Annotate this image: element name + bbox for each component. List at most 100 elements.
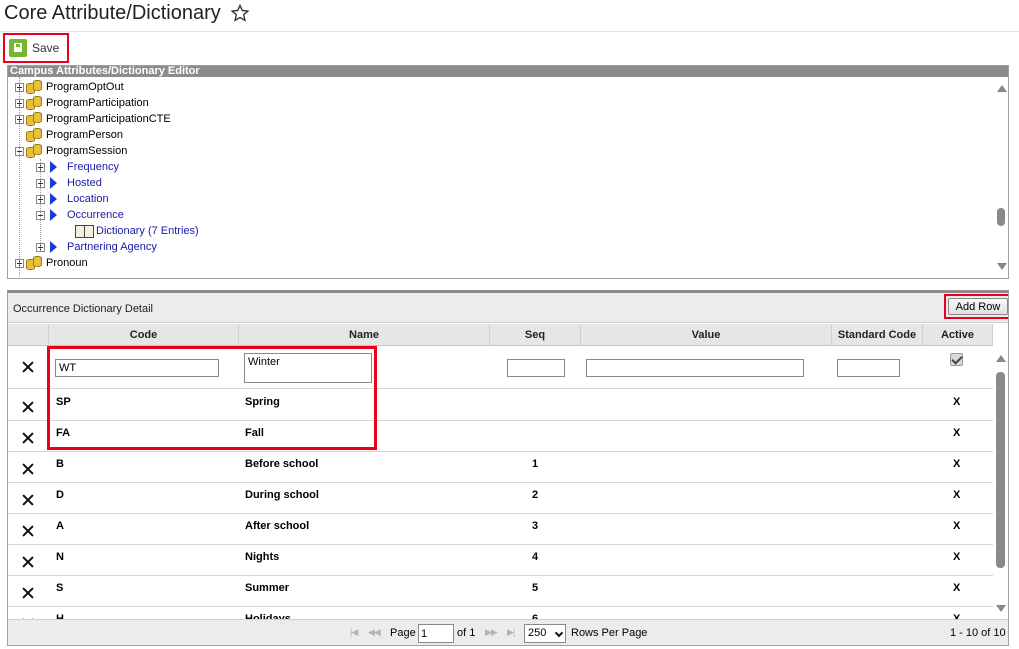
tree-item-label: Occurrence [67, 209, 124, 221]
tree-item-label: ProgramSession [46, 145, 128, 157]
tree-item[interactable]: ProgramOptOut [15, 79, 124, 95]
tree-item-label: Partnering Agency [67, 241, 157, 253]
active-cell: X [953, 427, 961, 439]
tree-item[interactable]: Frequency [36, 159, 119, 175]
active-cell: X [953, 489, 961, 501]
attribute-icon [50, 161, 57, 173]
seq-cell: 5 [532, 582, 539, 594]
table-row[interactable]: S Summer 5 X [8, 576, 993, 607]
tree-item[interactable]: ProgramParticipation [15, 95, 149, 111]
table-row[interactable]: FA Fall X [8, 421, 993, 452]
detail-title: Occurrence Dictionary Detail [13, 303, 153, 315]
tree-panel-header: Campus Attributes/Dictionary Editor [8, 66, 1008, 77]
chevron-down-icon [554, 628, 564, 638]
active-cell: X [953, 520, 961, 532]
tree-item[interactable]: Hosted [36, 175, 102, 191]
tree-item[interactable]: Occurrence [36, 207, 124, 223]
rows-per-page-label: Rows Per Page [571, 627, 648, 639]
table-row[interactable]: B Before school 1 X [8, 452, 993, 483]
name-cell: During school [245, 489, 319, 501]
tree-item[interactable]: ProgramPerson [15, 127, 123, 143]
page-title: Core Attribute/Dictionary [4, 1, 221, 24]
tree-item[interactable]: Pronoun [15, 255, 88, 271]
column-header-delete [8, 324, 49, 346]
next-page-icon[interactable]: ▶▶ [485, 627, 498, 638]
table-row[interactable]: A After school 3 X [8, 514, 993, 545]
dictionary-detail-panel: Occurrence Dictionary Detail Add Row Cod… [7, 290, 1009, 646]
grid-scrollbar[interactable] [993, 346, 1008, 620]
column-header-standard-code[interactable]: Standard Code [832, 324, 923, 346]
column-header-code[interactable]: Code [49, 324, 239, 346]
table-row[interactable]: N Nights 4 X [8, 545, 993, 576]
seq-input[interactable] [507, 358, 565, 377]
add-row-highlight: Add Row [944, 294, 1008, 319]
first-page-icon[interactable]: |◀ [350, 627, 358, 638]
page-count-label: of 1 [457, 627, 476, 639]
table-row[interactable]: D During school 2 X [8, 483, 993, 514]
save-icon [9, 39, 27, 57]
code-cell: D [56, 489, 64, 501]
tree-item[interactable]: Location [36, 191, 109, 207]
delete-row-icon[interactable] [22, 587, 34, 599]
seq-cell: 1 [532, 458, 539, 470]
save-button[interactable]: Save [3, 33, 69, 63]
last-page-icon[interactable]: ▶| [507, 627, 515, 638]
scroll-up-arrow-icon[interactable] [997, 85, 1007, 92]
name-cell: Before school [245, 458, 319, 470]
name-textarea[interactable]: Winter [244, 352, 372, 383]
database-icon [26, 96, 44, 110]
grid-scroll-thumb[interactable] [996, 372, 1005, 568]
seq-cell: 4 [532, 551, 539, 563]
column-header-seq[interactable]: Seq [490, 324, 581, 346]
delete-row-icon[interactable] [22, 525, 34, 537]
code-cell: B [56, 458, 64, 470]
attribute-icon [50, 241, 57, 253]
code-cell: SP [56, 396, 71, 408]
scroll-down-arrow-icon[interactable] [997, 263, 1007, 270]
active-cell: X [953, 396, 961, 408]
database-icon [26, 144, 44, 158]
delete-row-icon[interactable] [22, 432, 34, 444]
tree-item-label: Dictionary (7 Entries) [96, 225, 199, 237]
table-row[interactable]: SP Spring X [8, 390, 993, 421]
delete-row-icon[interactable] [22, 494, 34, 506]
tree-item[interactable]: ProgramParticipationCTE [15, 111, 171, 127]
delete-row-icon[interactable] [22, 556, 34, 568]
tree-scroll-thumb[interactable] [997, 208, 1005, 226]
record-range: 1 - 10 of 10 [950, 627, 1006, 639]
value-input[interactable] [586, 358, 804, 377]
active-checkbox[interactable] [950, 353, 963, 366]
pager-bar: |◀ ◀◀ Page of 1 ▶▶ ▶| 250 Rows Per Page … [8, 619, 1008, 645]
tree-scrollbar[interactable] [995, 77, 1008, 278]
tree-item[interactable]: ProgramSession [15, 143, 127, 159]
add-row-button[interactable]: Add Row [948, 298, 1008, 315]
table-row-editing: Winter [8, 347, 993, 389]
column-header-active[interactable]: Active [923, 324, 993, 346]
delete-row-icon[interactable] [22, 361, 34, 373]
column-header-name[interactable]: Name [239, 324, 490, 346]
name-cell: Spring [245, 396, 280, 408]
delete-row-icon[interactable] [22, 401, 34, 413]
favorite-star-icon[interactable] [230, 4, 249, 22]
database-icon [26, 112, 44, 126]
prev-page-icon[interactable]: ◀◀ [368, 627, 381, 638]
delete-row-icon[interactable] [22, 463, 34, 475]
tree-item-label: ProgramParticipationCTE [46, 113, 171, 125]
column-header-value[interactable]: Value [581, 324, 832, 346]
rows-per-page-select[interactable]: 250 [524, 624, 566, 643]
seq-cell: 2 [532, 489, 539, 501]
tree-item-label: ProgramOptOut [46, 81, 124, 93]
dictionary-book-icon [75, 224, 94, 238]
tree-item[interactable]: Partnering Agency [36, 239, 157, 255]
tree-item[interactable]: Dictionary (7 Entries) [56, 223, 199, 239]
page-number-input[interactable] [418, 624, 454, 643]
grid-scroll-up-arrow-icon[interactable] [996, 355, 1006, 362]
standard-code-input[interactable] [837, 358, 900, 377]
title-divider [0, 31, 1019, 32]
grid-scroll-down-arrow-icon[interactable] [996, 605, 1006, 612]
name-cell: Summer [245, 582, 290, 594]
code-input[interactable] [55, 358, 219, 377]
seq-cell: 3 [532, 520, 539, 532]
tree-guide-line [40, 159, 41, 251]
attribute-icon [50, 193, 57, 205]
